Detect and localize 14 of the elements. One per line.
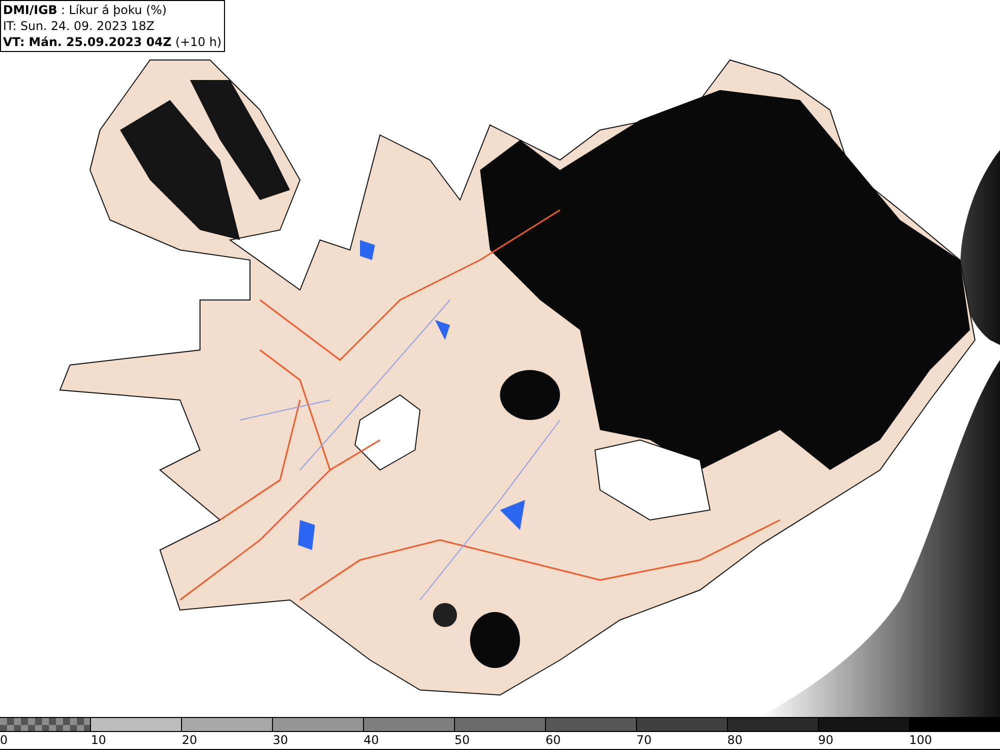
- legend-label: 80: [727, 732, 743, 749]
- legend-label: 30: [272, 732, 288, 749]
- legend-label: 40: [364, 732, 379, 749]
- legend-label: 50: [454, 732, 470, 749]
- legend-label: 70: [636, 732, 652, 749]
- legend-label: 0: [0, 732, 8, 749]
- legend-label: 20: [182, 732, 198, 749]
- legend-label: 10: [90, 732, 106, 749]
- legend-label: 60: [545, 732, 561, 749]
- info-text: IT: Sun. 24. 09. 2023 18Z: [3, 18, 156, 34]
- legend-label: 100: [909, 732, 932, 749]
- legend-label: 90: [818, 732, 834, 749]
- info-text: DMI/IGB : Líkur á þoku (%): [3, 2, 168, 18]
- info-text: VT: Mán. 25.09.2023 04Z (+10 h): [3, 34, 222, 50]
